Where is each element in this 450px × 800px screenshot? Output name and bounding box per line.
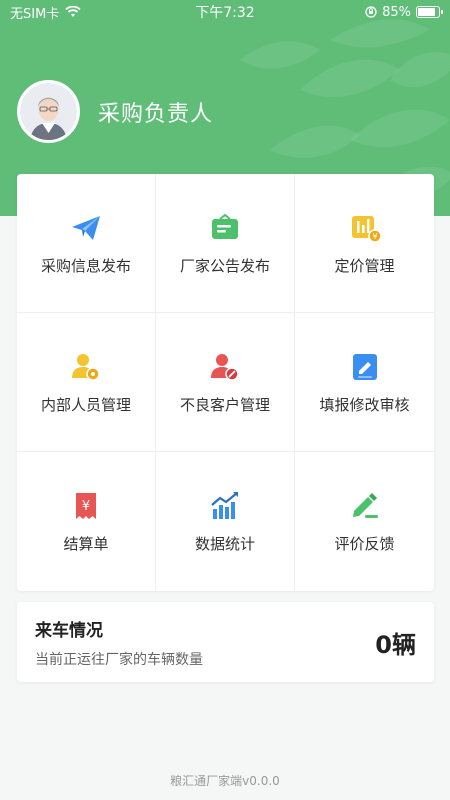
pencil-feedback-icon — [352, 493, 378, 518]
bar-chart-trend-icon — [211, 492, 238, 519]
function-menu-grid: 采购信息发布 厂家公告发布 ¥ 定价管理 内部人员管理 不良客户管理 填报修改审… — [17, 174, 434, 591]
menu-item-internal-staff-management[interactable]: 内部人员管理 — [17, 313, 156, 452]
menu-item-factory-notice-publish[interactable]: 厂家公告发布 — [156, 174, 295, 313]
menu-item-label: 定价管理 — [334, 256, 395, 275]
svg-text:¥: ¥ — [372, 232, 377, 241]
menu-item-label: 评价反馈 — [334, 535, 395, 553]
user-block-icon — [211, 353, 239, 381]
paper-plane-icon — [72, 215, 100, 240]
menu-item-settlement-statement[interactable]: ¥ 结算单 — [17, 452, 156, 591]
status-time: 下午7:32 — [195, 5, 255, 21]
role-title: 采购负责人 — [98, 101, 214, 127]
price-chart-icon: ¥ — [351, 215, 382, 243]
receipt-yuan-icon: ¥ — [76, 493, 96, 519]
vehicle-count: 0辆 — [375, 630, 416, 659]
menu-item-label: 结算单 — [63, 535, 109, 553]
notice-board-icon — [212, 213, 238, 239]
menu-item-label: 采购信息发布 — [40, 256, 131, 275]
menu-item-evaluation-feedback[interactable]: 评价反馈 — [295, 452, 434, 591]
vehicle-arrival-card[interactable]: 来车情况 当前正运往厂家的车辆数量 0辆 — [17, 602, 434, 682]
arrival-subtitle: 当前正运往厂家的车辆数量 — [35, 651, 203, 668]
app-version: 粮汇通厂家端v0.0.0 — [170, 774, 280, 788]
edit-document-icon — [352, 353, 377, 380]
menu-item-pricing-management[interactable]: ¥ 定价管理 — [295, 174, 434, 313]
battery-fill — [418, 8, 435, 16]
menu-item-label: 不良客户管理 — [179, 395, 270, 414]
menu-item-report-modify-review[interactable]: 填报修改审核 — [295, 313, 434, 452]
menu-item-label: 填报修改审核 — [319, 395, 410, 414]
battery-icon — [416, 6, 443, 18]
menu-item-label: 内部人员管理 — [40, 395, 131, 414]
menu-item-label: 数据统计 — [194, 535, 255, 553]
menu-item-data-statistics[interactable]: 数据统计 — [156, 452, 295, 591]
staff-settings-icon — [72, 353, 100, 381]
arrival-title: 来车情况 — [35, 620, 103, 641]
menu-item-purchase-info-publish[interactable]: 采购信息发布 — [17, 174, 156, 313]
menu-item-label: 厂家公告发布 — [179, 256, 270, 275]
user-avatar-icon — [20, 83, 77, 140]
menu-item-bad-customer-management[interactable]: 不良客户管理 — [156, 313, 295, 452]
svg-text:¥: ¥ — [82, 499, 90, 514]
avatar[interactable] — [17, 80, 80, 143]
status-bar: 无SIM卡 下午7:32 85% — [0, 0, 450, 24]
profile-section: 采购负责人 — [17, 80, 213, 143]
